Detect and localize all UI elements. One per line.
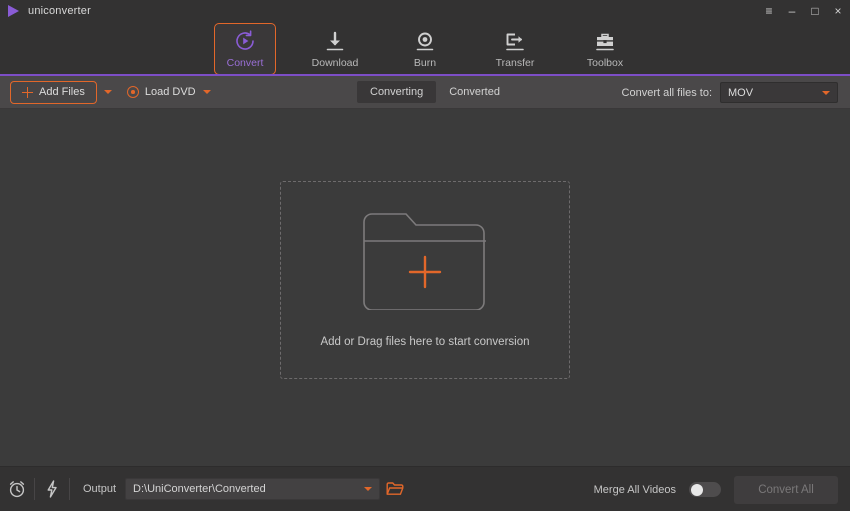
load-dvd-button[interactable]: Load DVD	[126, 86, 196, 98]
window-controls: ≡ – □ ×	[763, 0, 844, 22]
divider	[69, 478, 70, 500]
menu-icon[interactable]: ≡	[763, 5, 775, 17]
nav-item-convert[interactable]: Convert	[214, 23, 276, 75]
output-path-select[interactable]: D:\UniConverter\Converted	[125, 478, 381, 500]
main-content: Add or Drag files here to start conversi…	[0, 109, 850, 466]
caret-down-icon	[202, 90, 211, 94]
nav-label-burn: Burn	[413, 57, 437, 69]
burn-disc-icon	[414, 29, 436, 53]
caret-down-icon	[364, 487, 373, 491]
toggle-knob	[690, 483, 703, 496]
caret-down-icon	[822, 90, 830, 95]
nav-item-burn[interactable]: Burn	[394, 23, 456, 75]
status-tabs: Converting Converted	[357, 81, 513, 103]
tab-converting[interactable]: Converting	[357, 81, 437, 103]
convert-all-to-group: Convert all files to: MOV	[622, 82, 838, 103]
nav-item-download[interactable]: Download	[304, 23, 366, 75]
close-icon[interactable]: ×	[832, 5, 844, 17]
play-triangle-icon	[8, 5, 19, 17]
load-dvd-dropdown-button[interactable]	[196, 90, 218, 94]
browse-folder-button[interactable]	[380, 467, 410, 511]
maximize-icon[interactable]: □	[809, 5, 821, 17]
bottom-right-controls: Merge All Videos Convert All	[594, 467, 838, 511]
folder-with-plus-icon	[362, 212, 488, 311]
add-files-button[interactable]: Add Files	[10, 80, 97, 104]
title-bar: uniconverter ≡ – □ ×	[0, 0, 850, 22]
output-label: Output	[83, 483, 117, 495]
nav-item-toolbox[interactable]: Toolbox	[574, 23, 636, 75]
minimize-icon[interactable]: –	[786, 5, 798, 17]
load-dvd-label: Load DVD	[144, 86, 196, 98]
nav-label-convert: Convert	[226, 57, 264, 69]
merge-all-videos-toggle[interactable]	[689, 482, 721, 497]
output-format-value: MOV	[728, 86, 754, 99]
transfer-arrow-out-icon	[503, 29, 527, 53]
alarm-clock-icon[interactable]	[0, 467, 34, 511]
lightning-bolt-icon[interactable]	[35, 467, 69, 511]
file-dropzone[interactable]: Add or Drag files here to start conversi…	[280, 180, 570, 379]
output-path-value: D:\UniConverter\Converted	[133, 483, 266, 495]
download-arrow-icon	[324, 29, 346, 53]
disc-icon	[126, 86, 139, 98]
convert-all-to-label: Convert all files to:	[621, 86, 712, 99]
nav-label-toolbox: Toolbox	[586, 57, 624, 69]
tab-converted[interactable]: Converted	[436, 81, 513, 103]
dropzone-label: Add or Drag files here to start conversi…	[320, 335, 530, 348]
merge-all-videos-label: Merge All Videos	[593, 483, 676, 496]
app-logo: uniconverter	[0, 5, 91, 17]
add-files-dropdown-button[interactable]	[97, 90, 119, 94]
nav-label-transfer: Transfer	[495, 57, 535, 69]
plus-icon	[22, 86, 33, 98]
caret-down-icon	[103, 90, 112, 94]
output-format-select[interactable]: MOV	[720, 82, 838, 103]
convert-circular-play-icon	[233, 29, 257, 53]
app-name-label: uniconverter	[28, 5, 91, 17]
toolbox-icon	[593, 29, 617, 53]
convert-all-button[interactable]: Convert All	[734, 475, 838, 504]
add-files-label: Add Files	[39, 86, 85, 98]
main-navigation: Convert Download Burn Transfer Toolbox	[0, 22, 850, 76]
bottom-bar: Output D:\UniConverter\Converted Merge A…	[0, 466, 850, 511]
open-folder-icon	[386, 482, 404, 495]
app-window: uniconverter ≡ – □ × Convert Download Bu…	[0, 0, 850, 511]
nav-item-transfer[interactable]: Transfer	[484, 23, 546, 75]
nav-label-download: Download	[311, 57, 359, 69]
action-toolbar: Add Files Load DVD Converting Converted …	[0, 76, 850, 109]
